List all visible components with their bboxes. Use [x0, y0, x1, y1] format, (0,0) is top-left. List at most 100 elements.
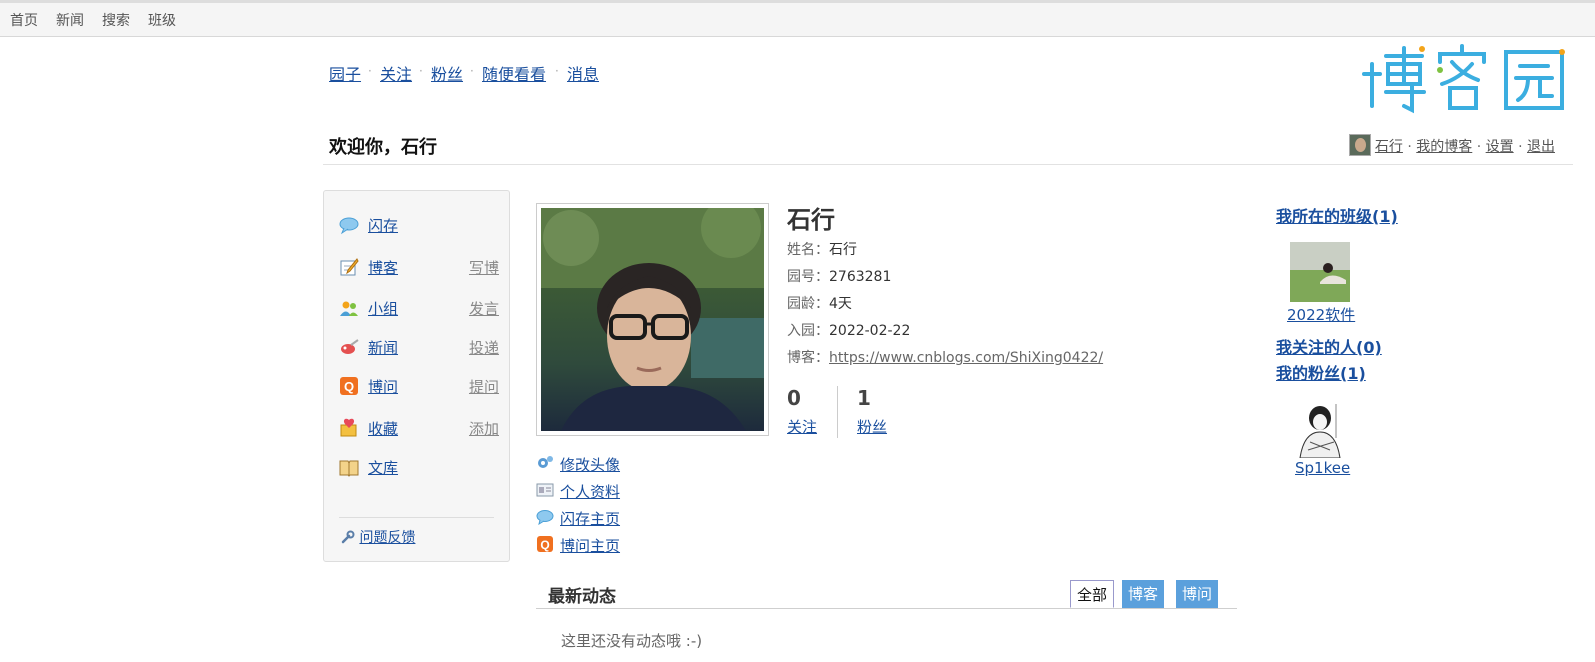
- sidebar-link-ing[interactable]: 闪存: [368, 215, 398, 236]
- add-favorite-link[interactable]: 添加: [469, 418, 499, 439]
- followers-heading[interactable]: 我的粉丝(1): [1276, 360, 1366, 384]
- top-nav-home[interactable]: 首页: [10, 10, 38, 30]
- group-post-link[interactable]: 发言: [469, 298, 499, 319]
- profile-field-blog: 博客：https://www.cnblogs.com/ShiXing0422/: [787, 347, 1103, 367]
- user-name-link[interactable]: 石行: [1375, 139, 1403, 155]
- followers-count: 1: [857, 386, 871, 410]
- sidebar-item-library: 文库: [339, 455, 499, 479]
- activity-title: 最新动态: [548, 587, 616, 607]
- following-link[interactable]: 关注: [787, 416, 817, 437]
- class-image: [1290, 242, 1350, 302]
- favorite-icon: [340, 418, 357, 437]
- stat-divider: [837, 386, 838, 438]
- field-label: 博客：: [787, 350, 829, 366]
- sidebar-link-news[interactable]: 新闻: [368, 337, 398, 358]
- field-value: 2763281: [829, 269, 892, 285]
- follower-name-link[interactable]: Sp1kee: [1295, 459, 1350, 477]
- top-nav-bar: 首页 新闻 搜索 班级: [0, 0, 1595, 37]
- submit-news-link[interactable]: 投递: [469, 337, 499, 358]
- field-label: 姓名：: [787, 242, 829, 258]
- followers-stat: 1 粉丝: [857, 386, 887, 437]
- class-name-link[interactable]: 2022软件: [1287, 304, 1355, 325]
- nav-separator: ·: [368, 64, 372, 78]
- following-stat: 0 关注: [787, 386, 817, 437]
- write-blog-link[interactable]: 写博: [469, 257, 499, 278]
- feedback-row: 问题反馈: [341, 527, 415, 547]
- q-icon: Q: [537, 536, 553, 552]
- class-thumbnail[interactable]: [1290, 242, 1350, 302]
- activity-empty-message: 这里还没有动态哦 :-): [561, 632, 703, 650]
- profile-name: 石行: [787, 206, 835, 234]
- sidebar-link-blog[interactable]: 博客: [368, 257, 398, 278]
- nav-separator: ·: [419, 64, 423, 78]
- q-icon: Q: [340, 377, 358, 395]
- sidebar-item-group: 小组 发言: [339, 296, 499, 320]
- welcome-heading: 欢迎你，石行: [329, 137, 437, 158]
- feedback-link[interactable]: 问题反馈: [359, 530, 415, 546]
- sidebar-link-group[interactable]: 小组: [368, 298, 398, 319]
- field-label: 园龄：: [787, 296, 829, 312]
- nav-fans[interactable]: 粉丝: [431, 61, 463, 85]
- field-label: 入园：: [787, 323, 829, 339]
- ing-home-link[interactable]: 闪存主页: [560, 508, 620, 529]
- settings-link[interactable]: 设置: [1486, 139, 1514, 155]
- followers-link[interactable]: 粉丝: [857, 416, 887, 437]
- nav-yuanzi[interactable]: 园子: [329, 61, 361, 85]
- user-bar: 石行 · 我的博客 · 设置 · 退出: [1348, 134, 1555, 156]
- activity-divider: [536, 608, 1237, 609]
- top-nav-class[interactable]: 班级: [148, 10, 176, 30]
- sidebar-item-favorite: 收藏 添加: [339, 416, 499, 440]
- sidebar-item-ing: 闪存: [339, 213, 499, 237]
- nav-follow[interactable]: 关注: [380, 61, 412, 85]
- blog-url-link[interactable]: https://www.cnblogs.com/ShiXing0422/: [829, 350, 1103, 366]
- top-nav-search[interactable]: 搜索: [102, 10, 130, 30]
- bubble-icon: [339, 217, 359, 235]
- sidebar-link-favorite[interactable]: 收藏: [368, 418, 398, 439]
- header-divider: [323, 164, 1573, 165]
- news-icon: [341, 339, 359, 354]
- gear-icon: [538, 456, 553, 468]
- sidebar-item-news: 新闻 投递: [339, 335, 499, 359]
- nav-messages[interactable]: 消息: [567, 61, 599, 85]
- profile-photo: [541, 208, 764, 431]
- my-class-heading[interactable]: 我所在的班级(1): [1276, 203, 1398, 227]
- nav-separator: ·: [555, 64, 559, 78]
- cnblogs-logo[interactable]: [1362, 44, 1570, 114]
- sidebar-item-blog: 博客 写博: [339, 255, 499, 279]
- follower-avatar[interactable]: [1290, 398, 1350, 458]
- tab-q[interactable]: 博问: [1176, 580, 1219, 608]
- user-mini-avatar[interactable]: [1348, 134, 1371, 156]
- profile-field-id: 园号：2763281: [787, 266, 891, 286]
- ask-question-link[interactable]: 提问: [469, 376, 499, 397]
- sidebar-divider: [339, 517, 494, 518]
- my-blog-link[interactable]: 我的博客: [1416, 139, 1472, 155]
- tab-blog[interactable]: 博客: [1122, 580, 1165, 608]
- sidebar-link-q[interactable]: 博问: [368, 376, 398, 397]
- following-count: 0: [787, 386, 801, 410]
- field-value: 石行: [829, 242, 857, 258]
- profile-avatar[interactable]: [536, 203, 769, 436]
- profile-field-name: 姓名：石行: [787, 239, 857, 259]
- field-value: 2022-02-22: [829, 323, 911, 339]
- avatar-illustration: [541, 208, 764, 431]
- follower-image: [1290, 398, 1350, 458]
- sidebar-item-q: Q 博问 提问: [339, 374, 499, 398]
- sidebar-link-library[interactable]: 文库: [368, 457, 398, 478]
- logout-link[interactable]: 退出: [1527, 139, 1555, 155]
- personal-info-link[interactable]: 个人资料: [560, 481, 620, 502]
- bubble-icon: [536, 510, 554, 525]
- field-value: 4天: [829, 296, 852, 312]
- q-home-link[interactable]: 博问主页: [560, 535, 620, 556]
- left-sidebar: 闪存 博客 写博 小组 发言 新闻 投递 Q 博问 提问 收藏 添加 文库 问题…: [323, 190, 510, 562]
- svg-text:Q: Q: [344, 379, 354, 394]
- book-icon: [339, 460, 359, 477]
- nav-separator: ·: [470, 64, 474, 78]
- nav-browse[interactable]: 随便看看: [482, 61, 546, 85]
- top-nav-news[interactable]: 新闻: [56, 10, 84, 30]
- following-heading[interactable]: 我关注的人(0): [1276, 334, 1382, 358]
- profile-field-age: 园龄：4天: [787, 293, 852, 313]
- wrench-icon: [341, 530, 355, 544]
- change-avatar-link[interactable]: 修改头像: [560, 454, 620, 475]
- tab-all[interactable]: 全部: [1070, 580, 1115, 608]
- pen-icon: [340, 258, 359, 276]
